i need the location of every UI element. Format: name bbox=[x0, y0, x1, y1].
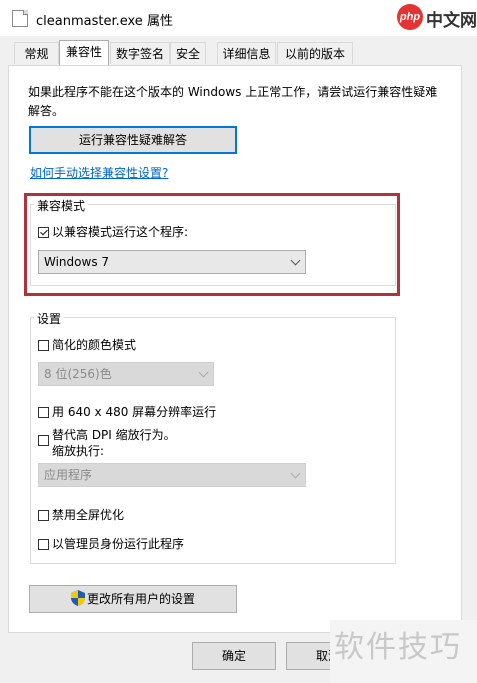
reduced-color-label: 简化的颜色模式 bbox=[52, 338, 137, 352]
reduced-color-checkbox[interactable] bbox=[38, 340, 49, 351]
ok-button[interactable]: 确定 bbox=[192, 642, 276, 670]
dpi-override-label: 替代高 DPI 缩放行为。 bbox=[52, 428, 176, 442]
tab-details[interactable]: 详细信息 bbox=[217, 42, 276, 64]
run-as-admin-checkbox[interactable] bbox=[38, 539, 49, 550]
chevron-down-icon bbox=[290, 468, 301, 479]
dpi-override-label-wrap: 替代高 DPI 缩放行为。 缩放执行: bbox=[52, 427, 176, 459]
intro-text: 如果此程序不能在这个版本的 Windows 上正常工作，请尝试运行兼容性疑难解答… bbox=[28, 85, 438, 118]
run-as-admin-label: 以管理员身份运行此程序 bbox=[52, 537, 185, 551]
dpi-scaling-dropdown: 应用程序 bbox=[38, 463, 306, 487]
window-title: cleanmaster.exe 属性 bbox=[36, 14, 173, 29]
res-640-label: 用 640 x 480 屏幕分辨率运行 bbox=[52, 405, 217, 419]
fullscreen-opt-row[interactable]: 禁用全屏优化 bbox=[38, 506, 124, 523]
reduced-color-row[interactable]: 简化的颜色模式 bbox=[38, 336, 136, 353]
fullscreen-opt-checkbox[interactable] bbox=[38, 510, 49, 521]
watermark-text: 软件技巧 bbox=[334, 630, 462, 665]
logo-text: 中文网 bbox=[426, 11, 477, 31]
tab-digital-signatures[interactable]: 数字签名 bbox=[110, 42, 170, 64]
change-all-users-button[interactable]: 更改所有用户的设置 bbox=[29, 585, 237, 613]
file-icon bbox=[12, 10, 28, 27]
manual-settings-link[interactable]: 如何手动选择兼容性设置? bbox=[30, 164, 168, 181]
change-all-users-label: 更改所有用户的设置 bbox=[86, 592, 195, 606]
run-troubleshooter-button[interactable]: 运行兼容性疑难解答 bbox=[29, 126, 237, 154]
tab-security[interactable]: 安全 bbox=[170, 42, 206, 64]
uac-shield-icon bbox=[70, 590, 85, 606]
color-depth-value: 8 位(256)色 bbox=[44, 367, 112, 381]
dpi-override-row[interactable]: 替代高 DPI 缩放行为。 缩放执行: bbox=[38, 427, 176, 459]
tab-bar: 常规 兼容性 数字签名 安全 详细信息 以前的版本 bbox=[0, 40, 477, 66]
tab-general[interactable]: 常规 bbox=[14, 42, 59, 64]
php-logo-icon: php bbox=[397, 4, 423, 30]
dpi-override-checkbox[interactable] bbox=[38, 435, 49, 446]
title-bar: cleanmaster.exe 属性 php 中文网 bbox=[0, 0, 477, 36]
highlight-box bbox=[24, 193, 400, 296]
dpi-scaling-label: 缩放执行: bbox=[52, 444, 105, 458]
dpi-scaling-value: 应用程序 bbox=[44, 468, 93, 482]
res-640-checkbox[interactable] bbox=[38, 407, 49, 418]
tab-compatibility[interactable]: 兼容性 bbox=[59, 40, 109, 65]
chevron-down-icon bbox=[198, 367, 209, 378]
tab-previous-versions[interactable]: 以前的版本 bbox=[277, 42, 353, 64]
run-as-admin-row[interactable]: 以管理员身份运行此程序 bbox=[38, 535, 184, 552]
res-640-row[interactable]: 用 640 x 480 屏幕分辨率运行 bbox=[38, 403, 216, 420]
color-depth-dropdown: 8 位(256)色 bbox=[38, 362, 214, 386]
fullscreen-opt-label: 禁用全屏优化 bbox=[52, 508, 125, 522]
settings-label: 设置 bbox=[34, 310, 65, 327]
